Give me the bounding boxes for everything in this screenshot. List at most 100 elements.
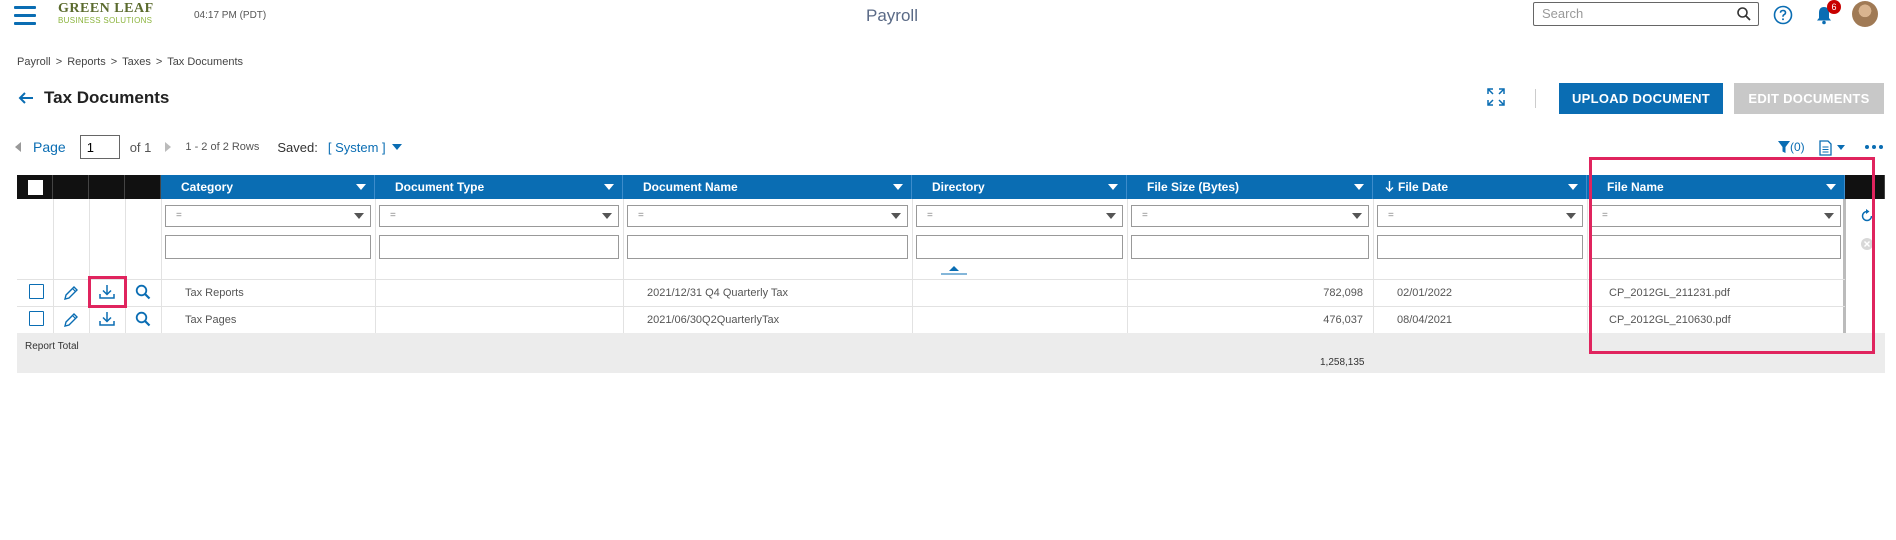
row-count: 1 - 2 of 2 Rows — [185, 141, 260, 153]
filter-button[interactable]: (0) — [1778, 140, 1805, 154]
header-document-type[interactable]: Document Type — [375, 175, 623, 199]
filter-operator-directory[interactable]: = — [916, 205, 1123, 227]
breadcrumb-separator: > — [55, 56, 63, 68]
filter-count: (0) — [1790, 140, 1805, 154]
column-divider — [161, 199, 162, 333]
select-all-header — [17, 175, 53, 199]
view-column-header — [125, 175, 161, 199]
header-category[interactable]: Category — [161, 175, 375, 199]
chevron-down-icon — [354, 213, 364, 219]
edit-column-header — [53, 175, 89, 199]
cell-file-size: 476,037 — [1323, 314, 1363, 326]
cell-file-date: 08/04/2021 — [1397, 314, 1453, 326]
filter-input-file-size[interactable] — [1131, 235, 1369, 259]
saved-view-select[interactable]: [ System ] — [328, 140, 402, 155]
collapse-filter-icon[interactable] — [939, 265, 969, 275]
column-divider — [125, 199, 126, 333]
view-search-icon[interactable] — [134, 283, 152, 301]
row-checkbox[interactable] — [29, 311, 44, 326]
page-title-row: Tax Documents — [18, 88, 169, 108]
column-divider — [912, 199, 913, 333]
notification-badge: 6 — [1827, 0, 1841, 14]
header-file-date-label: File Date — [1398, 180, 1449, 194]
cell-file-date: 02/01/2022 — [1397, 287, 1453, 299]
filter-operator-value: = — [638, 210, 644, 221]
cell-category: Tax Pages — [185, 314, 237, 326]
row-divider — [17, 306, 1845, 307]
select-all-checkbox[interactable] — [28, 180, 43, 195]
download-column-header — [89, 175, 125, 199]
filter-icon — [1778, 140, 1790, 153]
filter-input-category[interactable] — [165, 235, 371, 259]
header-file-size[interactable]: File Size (Bytes) — [1127, 175, 1373, 199]
saved-view-value: [ System ] — [327, 139, 386, 155]
prev-page-icon[interactable] — [15, 142, 21, 152]
more-options-icon[interactable] — [1864, 144, 1884, 150]
cell-category: Tax Reports — [185, 287, 244, 299]
column-divider — [623, 199, 624, 333]
breadcrumb-separator: > — [110, 56, 118, 68]
back-arrow-icon[interactable] — [18, 91, 34, 105]
header-file-size-label: File Size (Bytes) — [1147, 180, 1240, 194]
header-file-date[interactable]: File Date — [1373, 175, 1587, 199]
notifications-button[interactable]: 6 — [1813, 0, 1841, 26]
header-directory[interactable]: Directory — [912, 175, 1127, 199]
chevron-down-icon[interactable] — [356, 184, 366, 190]
upload-document-button[interactable]: UPLOAD DOCUMENT — [1559, 83, 1723, 114]
breadcrumb-tax-documents: Tax Documents — [167, 56, 243, 68]
filter-operator-value: = — [176, 210, 182, 221]
download-icon[interactable] — [98, 310, 116, 328]
breadcrumb: Payroll > Reports > Taxes > Tax Document… — [17, 56, 245, 68]
chevron-down-icon[interactable] — [604, 184, 614, 190]
expand-icon[interactable] — [1487, 88, 1505, 106]
search-input[interactable] — [1534, 3, 1724, 24]
column-divider — [1127, 199, 1128, 333]
header-document-name-label: Document Name — [643, 180, 738, 194]
breadcrumb-taxes[interactable]: Taxes — [122, 56, 151, 68]
filter-operator-value: = — [927, 210, 933, 221]
header-document-name[interactable]: Document Name — [623, 175, 912, 199]
breadcrumb-payroll[interactable]: Payroll — [17, 56, 51, 68]
filter-operator-file-date[interactable]: = — [1377, 205, 1583, 227]
chevron-down-icon[interactable] — [1568, 184, 1578, 190]
filter-input-directory[interactable] — [916, 235, 1123, 259]
filter-operator-document-name[interactable]: = — [627, 205, 908, 227]
edit-pencil-icon[interactable] — [62, 311, 80, 329]
breadcrumb-reports[interactable]: Reports — [67, 56, 106, 68]
page-label: Page — [33, 139, 66, 155]
view-search-icon[interactable] — [134, 310, 152, 328]
download-highlight-box — [88, 276, 127, 308]
page-title: Tax Documents — [44, 88, 170, 107]
report-total-file-size: 1,258,135 — [1320, 357, 1365, 368]
chevron-down-icon[interactable] — [1354, 184, 1364, 190]
toolbar-divider — [1535, 89, 1536, 108]
filter-operator-category[interactable]: = — [165, 205, 371, 227]
chevron-down-icon[interactable] — [1108, 184, 1118, 190]
row-divider — [17, 279, 1845, 280]
filter-operator-document-type[interactable]: = — [379, 205, 619, 227]
filter-input-document-type[interactable] — [379, 235, 619, 259]
chevron-down-icon[interactable] — [893, 184, 903, 190]
pager: Page of 1 1 - 2 of 2 Rows Saved: [ Syste… — [15, 134, 402, 160]
chevron-down-icon — [1566, 213, 1576, 219]
edit-pencil-icon[interactable] — [62, 284, 80, 302]
page-number-input[interactable] — [79, 135, 120, 159]
row-checkbox[interactable] — [29, 284, 44, 299]
cell-file-size: 782,098 — [1323, 287, 1363, 299]
edit-documents-button: EDIT DOCUMENTS — [1734, 83, 1884, 114]
filter-operator-file-size[interactable]: = — [1131, 205, 1369, 227]
breadcrumb-separator: > — [155, 56, 163, 68]
help-icon[interactable] — [1773, 5, 1793, 25]
search-box[interactable] — [1533, 2, 1759, 26]
column-divider — [1373, 199, 1374, 333]
sort-descending-icon — [1385, 181, 1394, 192]
header-category-label: Category — [181, 180, 234, 194]
column-divider — [375, 199, 376, 333]
filter-input-file-date[interactable] — [1377, 235, 1583, 259]
filter-input-document-name[interactable] — [627, 235, 908, 259]
next-page-icon[interactable] — [165, 142, 172, 152]
saved-label: Saved: — [277, 139, 318, 155]
avatar[interactable] — [1852, 1, 1878, 27]
export-icon[interactable] — [1818, 140, 1848, 156]
search-icon[interactable] — [1736, 6, 1752, 22]
